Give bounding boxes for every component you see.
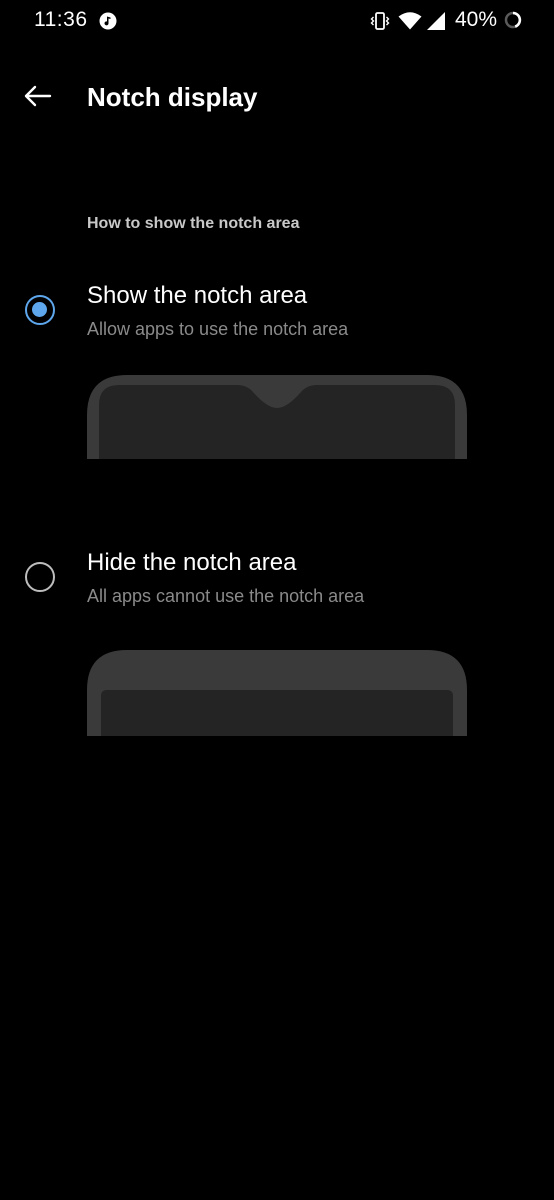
phone-no-notch-illustration [87, 650, 467, 736]
option-hide-notch[interactable]: Hide the notch area All apps cannot use … [0, 536, 554, 746]
option-subtitle: Allow apps to use the notch area [87, 319, 349, 339]
phone-notch-illustration [87, 375, 467, 459]
status-bar: 11:36 40% [0, 0, 554, 44]
music-note-icon [99, 12, 117, 30]
option-title: Show the notch area [87, 282, 308, 309]
back-arrow-icon [24, 85, 52, 107]
option-show-notch[interactable]: Show the notch area Allow apps to use th… [0, 270, 554, 470]
cell-signal-icon [427, 12, 445, 30]
option-title: Hide the notch area [87, 549, 297, 576]
vibrate-icon [370, 12, 390, 30]
page-title: Notch display [87, 82, 258, 112]
wifi-icon [398, 12, 422, 30]
battery-percentage: 40% [455, 8, 498, 31]
section-header: How to show the notch area [87, 215, 300, 232]
battery-icon [504, 11, 522, 29]
radio-button-unselected[interactable] [25, 562, 55, 592]
option-subtitle: All apps cannot use the notch area [87, 586, 365, 606]
back-button[interactable] [14, 74, 62, 118]
radio-button-selected[interactable] [25, 295, 55, 325]
radio-dot [32, 302, 47, 317]
status-time: 11:36 [34, 8, 88, 31]
